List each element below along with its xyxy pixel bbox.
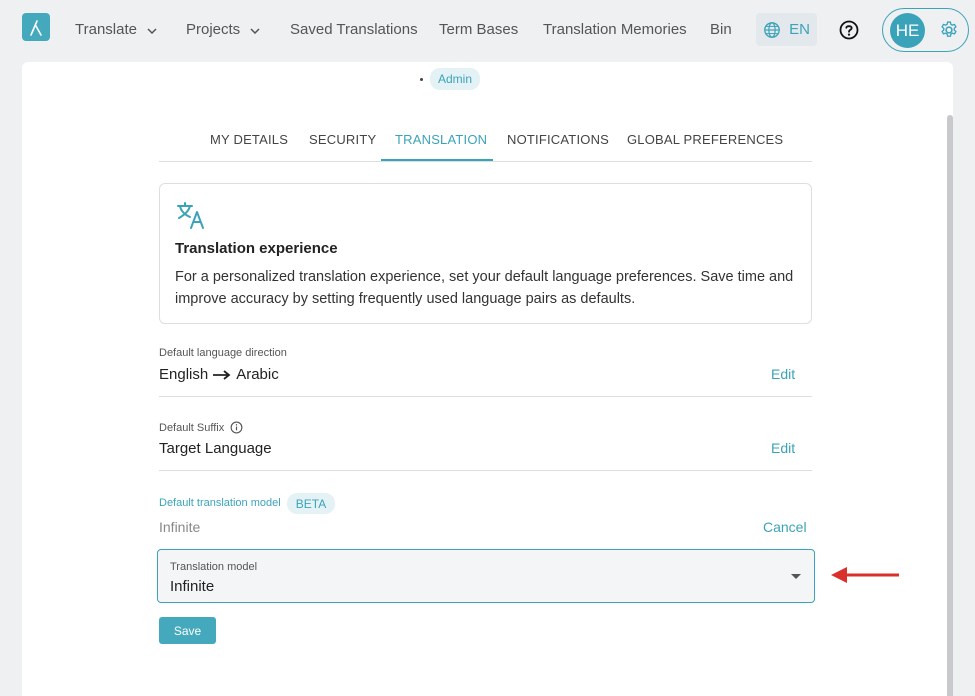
help-icon [839, 20, 859, 40]
translation-experience-panel: Translation experience For a personalize… [159, 183, 812, 324]
tab-security[interactable]: SECURITY [309, 132, 376, 147]
app-logo[interactable] [22, 13, 50, 41]
lambda-logo-icon [30, 20, 42, 36]
suffix-label-row: Default Suffix [159, 421, 243, 434]
nav-term-bases[interactable]: Term Bases [439, 21, 518, 38]
tab-notifications[interactable]: NOTIFICATIONS [507, 132, 609, 147]
suffix-value: Target Language [159, 440, 272, 457]
divider [159, 470, 812, 471]
language-direction-label: Default language direction [159, 347, 287, 359]
suffix-label: Default Suffix [159, 421, 225, 434]
translation-model-label: Default translation model [159, 497, 281, 509]
select-value: Infinite [170, 578, 215, 595]
avatar[interactable]: HE [890, 13, 925, 48]
user-menu[interactable]: HE [882, 8, 969, 52]
chevron-down-icon [250, 21, 260, 38]
separator-dot [420, 77, 423, 81]
save-button[interactable]: Save [159, 617, 216, 644]
tab-global-preferences[interactable]: GLOBAL PREFERENCES [627, 132, 783, 147]
tab-translation[interactable]: TRANSLATION [395, 132, 487, 147]
language-direction-value: English Arabic [159, 366, 279, 383]
panel-title: Translation experience [175, 240, 338, 257]
nav-translate[interactable]: Translate [75, 21, 157, 38]
current-model-value: Infinite [159, 519, 201, 535]
top-nav-bar: Translate Projects Saved Translations Te… [0, 0, 975, 60]
scrollbar[interactable] [947, 115, 953, 696]
language-selector[interactable]: EN [756, 13, 817, 46]
nav-saved-translations-label: Saved Translations [290, 21, 418, 38]
chevron-down-icon [147, 21, 157, 38]
nav-saved-translations[interactable]: Saved Translations [290, 21, 418, 38]
profile-role-row: Admin [420, 68, 481, 90]
nav-translation-memories[interactable]: Translation Memories [543, 21, 687, 38]
settings-tabs: MY DETAILS SECURITY TRANSLATION NOTIFICA… [159, 120, 812, 162]
nav-bin-label: Bin [710, 21, 732, 38]
source-language: English [159, 366, 209, 383]
nav-translate-label: Translate [75, 21, 137, 38]
nav-term-bases-label: Term Bases [439, 21, 519, 38]
nav-projects[interactable]: Projects [186, 21, 260, 38]
active-tab-indicator [381, 159, 493, 161]
translate-icon [177, 202, 204, 229]
select-label: Translation model [170, 561, 258, 573]
arrow-right-icon [213, 369, 231, 380]
tab-my-details[interactable]: MY DETAILS [210, 132, 288, 147]
edit-language-direction-button[interactable]: Edit [771, 366, 795, 382]
dropdown-caret-icon [791, 574, 801, 579]
panel-description: For a personalized translation experienc… [175, 269, 794, 307]
edit-suffix-button[interactable]: Edit [771, 440, 795, 456]
language-code: EN [789, 21, 810, 38]
nav-translation-memories-label: Translation Memories [543, 21, 687, 38]
globe-icon [764, 21, 780, 38]
help-button[interactable] [839, 20, 859, 40]
avatar-initials: HE [895, 20, 920, 40]
target-language: Arabic [236, 366, 279, 383]
beta-badge: BETA [287, 493, 335, 514]
gear-icon[interactable] [939, 20, 959, 40]
annotation-arrow-icon [831, 567, 899, 583]
role-badge: Admin [430, 68, 481, 90]
nav-bin[interactable]: Bin [710, 21, 732, 38]
info-icon[interactable] [230, 421, 243, 434]
cancel-button[interactable]: Cancel [763, 519, 807, 535]
nav-projects-label: Projects [186, 21, 241, 38]
translation-model-select[interactable]: Translation model Infinite [157, 549, 815, 603]
divider [159, 396, 812, 397]
